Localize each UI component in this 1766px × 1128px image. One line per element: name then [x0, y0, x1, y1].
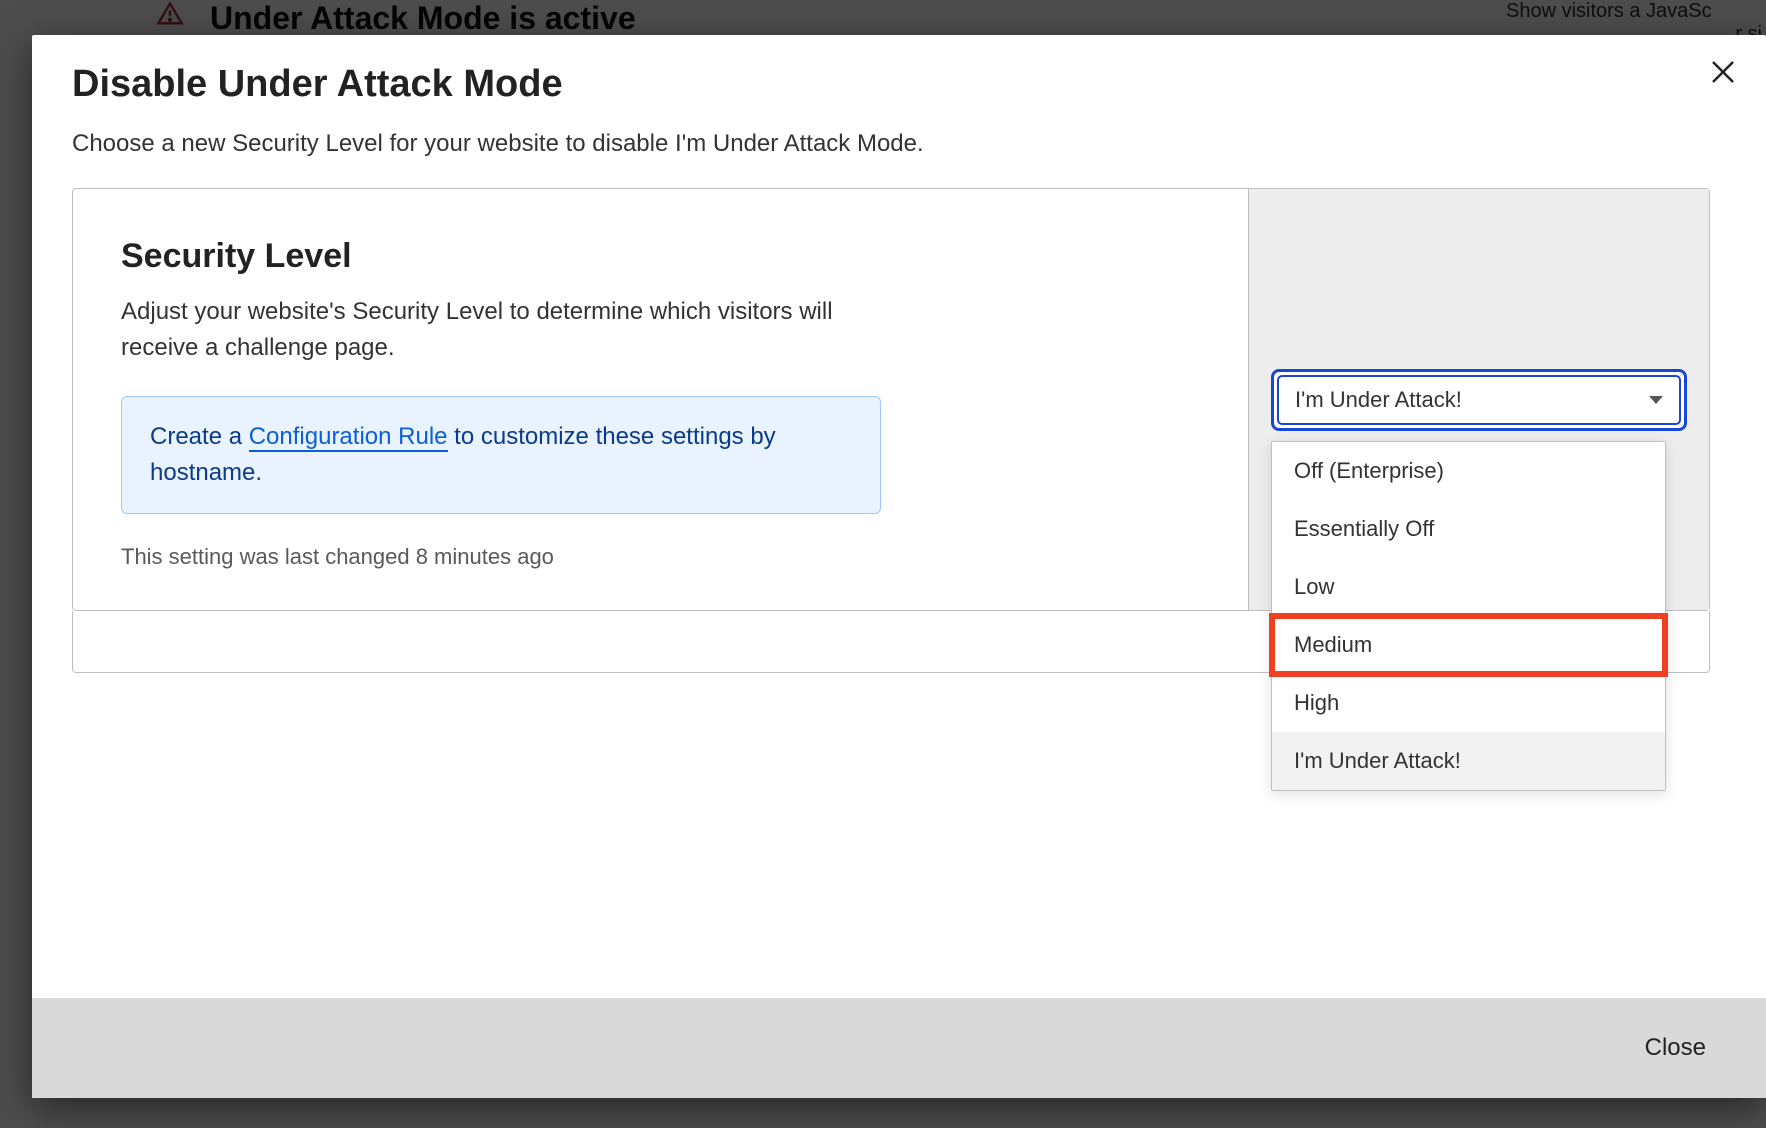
modal-subtitle: Choose a new Security Level for your web…: [72, 130, 1710, 158]
info-box: Create a Configuration Rule to customize…: [121, 396, 881, 514]
configuration-rule-link[interactable]: Configuration Rule: [249, 423, 448, 452]
card-description: Adjust your website's Security Level to …: [121, 294, 881, 366]
option-essentially-off[interactable]: Essentially Off: [1272, 500, 1665, 558]
option-low[interactable]: Low: [1272, 558, 1665, 616]
select-value: I'm Under Attack!: [1295, 387, 1462, 413]
option-under-attack[interactable]: I'm Under Attack!: [1272, 732, 1665, 790]
security-level-select-focus-ring: I'm Under Attack!: [1271, 369, 1687, 431]
security-level-select[interactable]: I'm Under Attack!: [1277, 375, 1681, 425]
card-right-panel: I'm Under Attack! Off (Enterprise) Essen…: [1249, 189, 1709, 610]
modal-title: Disable Under Attack Mode: [72, 63, 1710, 106]
close-button[interactable]: Close: [1645, 1034, 1706, 1062]
option-high[interactable]: High: [1272, 674, 1665, 732]
close-icon[interactable]: [1708, 57, 1738, 87]
security-level-card: Security Level Adjust your website's Sec…: [72, 188, 1710, 611]
last-changed-text: This setting was last changed 8 minutes …: [121, 544, 1200, 570]
disable-attack-modal: Disable Under Attack Mode Choose a new S…: [32, 35, 1766, 1098]
option-medium[interactable]: Medium: [1272, 616, 1665, 674]
card-title: Security Level: [121, 237, 1200, 276]
security-level-dropdown: Off (Enterprise) Essentially Off Low Med…: [1271, 441, 1666, 791]
option-off-enterprise[interactable]: Off (Enterprise): [1272, 442, 1665, 500]
modal-footer: Close: [32, 998, 1766, 1098]
chevron-down-icon: [1649, 396, 1663, 404]
info-text-prefix: Create a: [150, 423, 249, 450]
